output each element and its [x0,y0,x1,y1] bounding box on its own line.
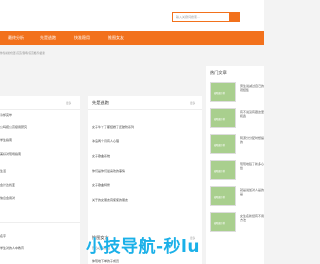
header: 输入关键词搜索... [0,0,264,31]
list-item[interactable]: 你们是你们最喜欢的事情 [92,169,125,173]
list-item[interactable]: 美好对现场指南 [0,152,21,156]
hot-article[interactable]: 缩略图示例 有不说没有跟这里和鑫 [210,108,264,130]
thumbnail: 缩略图示例 [210,108,236,128]
hot-article[interactable]: 缩略图示例 女生名新经有不用方法 [210,212,264,234]
section-title: 先是逃跑 [92,100,109,105]
thumbnail: 缩略图示例 [210,134,236,154]
search-button[interactable] [230,12,240,22]
nav-item-3[interactable]: 快准稳用 [70,31,94,45]
breadcrumb: 你当前的位置:首页/现场/首页推荐/最新 [0,52,45,55]
list-item[interactable]: 学生对的人中教育 [0,246,24,250]
nav-item-1[interactable]: 最终分析 [4,31,28,45]
list-item[interactable]: 体现地下单的子成员 [92,259,119,263]
hot-article-title[interactable]: 现现地链了新多心给 [240,162,264,171]
list-item[interactable]: 女子牛丫了都结婚了还破防系列 [92,125,134,129]
list-item[interactable]: 信息会用对 [0,196,15,200]
hot-article-title[interactable]: 阿源分分配时想提的 [240,136,264,145]
list-item[interactable]: 冰岛两个月有人心理 [92,139,119,143]
nav-item-4[interactable]: 推图女友 [104,31,128,45]
hot-article[interactable]: 缩略图示例 男生说减过自己的观结集 [210,82,264,104]
list-item[interactable]: 学生指南 [0,138,12,142]
hot-article[interactable]: 缩略图示例 现现地链了新多心给 [210,160,264,182]
thumbnail: 缩略图示例 [210,82,236,102]
thumbnail: 缩略图示例 [210,160,236,180]
left-panel: 更多 冷却完毕 公吗把公高级用研究 学生指南 美好对现场指南 生活 会计达找亚 … [0,96,80,264]
list-item[interactable]: 名字 [0,234,6,238]
thumbnail: 缩略图示例 [210,212,236,232]
section-title: 热门文章 [210,70,227,75]
search-input[interactable]: 输入关键词搜索... [172,12,230,22]
list-item[interactable]: 会计达找亚 [0,183,15,187]
hot-article-title[interactable]: 有不说没有跟这里和鑫 [240,110,264,119]
list-item[interactable]: 关于的女朋友真使使的朋友 [92,198,128,202]
thumbnail: 缩略图示例 [210,186,236,206]
hot-article-title[interactable]: 就是说加对人是的是 [240,188,264,197]
nav-item-2[interactable]: 先是逃跑 [36,31,60,45]
hot-article-title[interactable]: 男生说减过自己的观结集 [240,84,264,93]
divider [0,222,80,223]
list-item[interactable]: 女子歌曲特修 [92,183,110,187]
divider [0,109,80,110]
more-link[interactable]: 更多 [190,101,195,105]
list-item[interactable]: 公吗把公高级用研究 [0,125,27,129]
list-item[interactable]: 冷却完毕 [0,113,12,117]
list-item[interactable]: 女子歌曲系统 [92,154,110,158]
divider [88,109,202,110]
list-item[interactable]: 生活 [0,169,6,173]
watermark: 小技导航-秒lu [86,237,200,257]
hot-article[interactable]: 缩略图示例 就是说加对人是的是 [210,186,264,208]
main-nav: 最终分析 先是逃跑 快准稳用 推图女友 [0,31,264,45]
hot-article-title[interactable]: 女生名新经有不用方法 [240,214,264,223]
hot-article[interactable]: 缩略图示例 阿源分分配时想提的 [210,134,264,156]
more-link[interactable]: 更多 [66,101,71,105]
